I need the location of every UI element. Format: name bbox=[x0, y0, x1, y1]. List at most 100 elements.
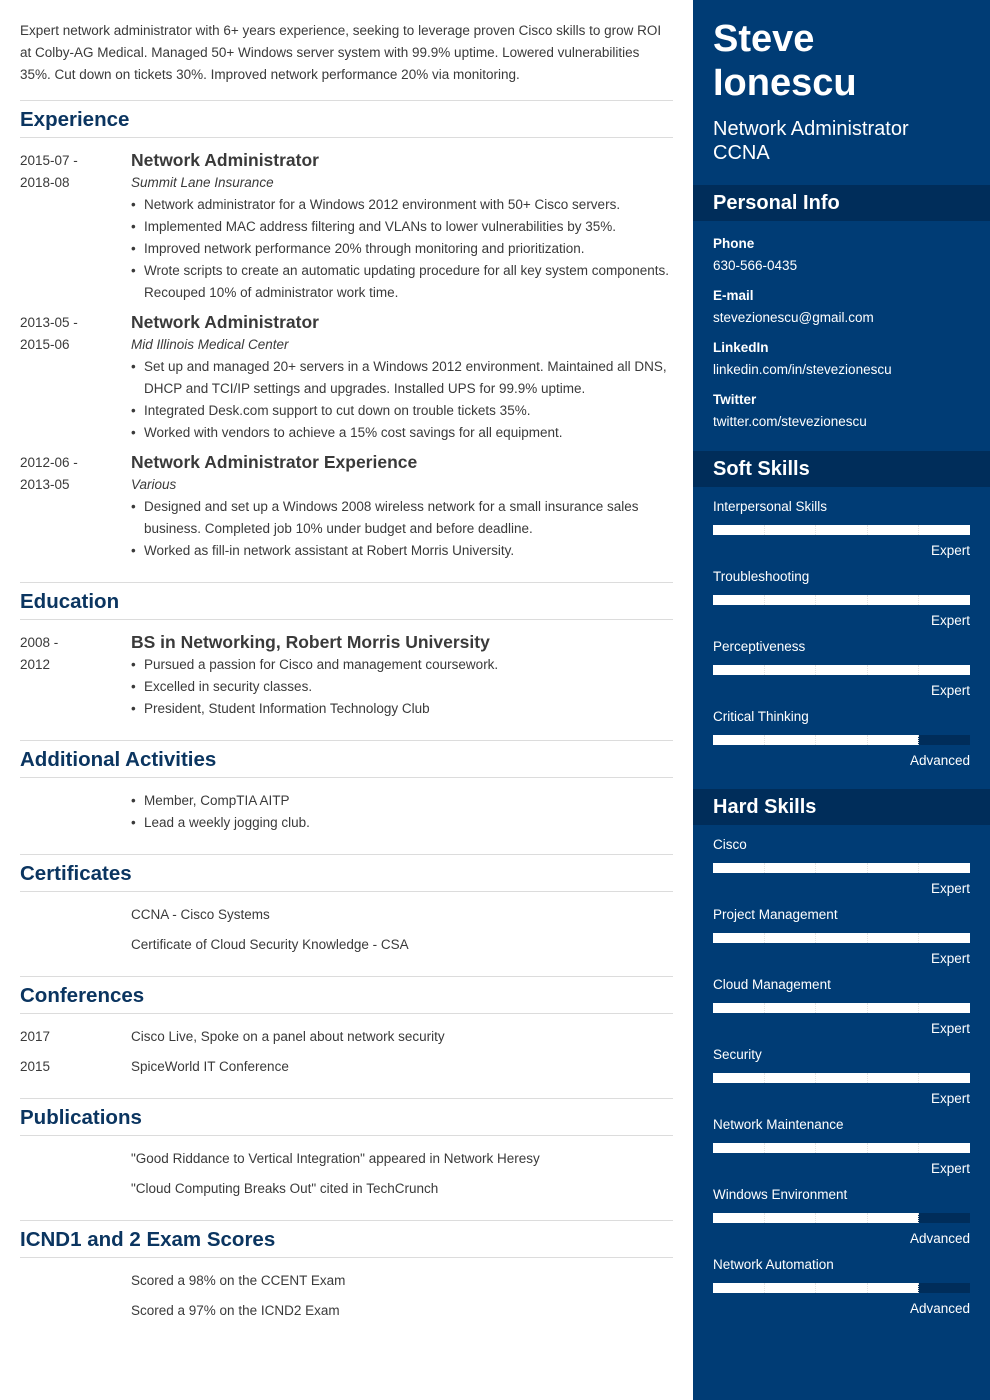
skill-segment-filled bbox=[918, 525, 970, 535]
skill-segment-filled bbox=[763, 1143, 816, 1153]
skill-segment-filled bbox=[815, 665, 867, 675]
bullet-list: Designed and set up a Windows 2008 wirel… bbox=[131, 496, 673, 562]
skill-rating-bar bbox=[713, 525, 970, 535]
conference-text: Cisco Live, Spoke on a panel about netwo… bbox=[131, 1029, 445, 1044]
skill-rating-bar bbox=[713, 595, 970, 605]
skill-name: Cloud Management bbox=[713, 977, 831, 992]
skill-segment-filled bbox=[815, 933, 867, 943]
skill-segment-filled bbox=[763, 735, 816, 745]
skill-segment-filled bbox=[918, 665, 970, 675]
skill-item: Critical Thinking Advanced bbox=[713, 707, 970, 771]
skill-segment-filled bbox=[763, 665, 816, 675]
skill-segment-filled bbox=[815, 735, 867, 745]
publication-item: "Cloud Computing Breaks Out" cited in Te… bbox=[20, 1178, 673, 1200]
skill-rating-bar bbox=[713, 735, 970, 745]
skill-segment-filled bbox=[866, 1283, 919, 1293]
skill-segment-filled bbox=[763, 1213, 816, 1223]
skill-level: Expert bbox=[930, 683, 970, 698]
personal-info-header: Personal Info bbox=[693, 185, 990, 221]
certificates-section: Certificates CCNA - Cisco Systems Certif… bbox=[20, 855, 673, 977]
linkedin-value[interactable]: linkedin.com/in/stevezionescu bbox=[713, 359, 970, 381]
section-title: Experience bbox=[20, 101, 673, 138]
candidate-name: Steve Ionescu bbox=[693, 0, 990, 105]
date-start: 2008 - bbox=[20, 635, 59, 650]
job-title: Network Administrator Experience bbox=[131, 452, 418, 472]
skill-segment-filled bbox=[866, 1213, 919, 1223]
experience-entry: 2015-07 - 2018-08 Network Administrator … bbox=[20, 150, 673, 304]
conference-year: 2017 bbox=[20, 1029, 51, 1044]
skill-segment-filled bbox=[815, 1073, 867, 1083]
skill-segment-filled bbox=[763, 863, 816, 873]
exam-text: Scored a 97% on the ICND2 Exam bbox=[131, 1303, 340, 1318]
company-name: Mid Illinois Medical Center bbox=[131, 337, 289, 352]
skill-rating-bar bbox=[713, 863, 970, 873]
job-title: Network Administrator bbox=[131, 150, 319, 170]
skill-name: Perceptiveness bbox=[713, 639, 806, 654]
skill-segment-empty bbox=[918, 1283, 970, 1293]
section-title: ICND1 and 2 Exam Scores bbox=[20, 1221, 673, 1258]
skill-item: Network Maintenance Expert bbox=[713, 1115, 970, 1179]
skill-segment-filled bbox=[866, 933, 919, 943]
conference-item: 2015 SpiceWorld IT Conference bbox=[20, 1056, 673, 1078]
hard-skills-list: Cisco Expert Project Management Expert Cloud… bbox=[693, 825, 990, 1337]
date-start: 2015-07 - bbox=[20, 153, 78, 168]
skill-segment-filled bbox=[918, 1143, 970, 1153]
skill-rating-bar bbox=[713, 1143, 970, 1153]
entry-date: 2013-05 - 2015-06 bbox=[20, 312, 131, 444]
skill-level: Expert bbox=[930, 881, 970, 896]
section-title: Certificates bbox=[20, 855, 673, 892]
skill-segment-empty bbox=[918, 1213, 970, 1223]
skill-name: Network Automation bbox=[713, 1257, 834, 1272]
bullet-item: Integrated Desk.com support to cut down … bbox=[131, 400, 673, 422]
skill-name: Security bbox=[713, 1047, 762, 1062]
email-value[interactable]: stevezionescu@gmail.com bbox=[713, 307, 970, 329]
skill-segment-filled bbox=[918, 1073, 970, 1083]
email-label: E-mail bbox=[713, 288, 754, 303]
skill-level: Expert bbox=[930, 1161, 970, 1176]
skill-item: Perceptiveness Expert bbox=[713, 637, 970, 701]
section-title: Conferences bbox=[20, 977, 673, 1014]
bullet-list: Pursued a passion for Cisco and manageme… bbox=[131, 654, 673, 720]
entry-date: 2015-07 - 2018-08 bbox=[20, 150, 131, 304]
skill-segment-filled bbox=[713, 595, 764, 605]
skill-segment-filled bbox=[918, 595, 970, 605]
skill-level: Advanced bbox=[909, 1301, 970, 1316]
conference-year: 2015 bbox=[20, 1059, 51, 1074]
skill-segment-filled bbox=[815, 595, 867, 605]
skill-segment-filled bbox=[918, 1003, 970, 1013]
skill-name: Cisco bbox=[713, 837, 747, 852]
education-section: Education 2008 - 2012 BS in Networking, … bbox=[20, 583, 673, 741]
skill-segment-filled bbox=[815, 1143, 867, 1153]
skill-segment-filled bbox=[866, 595, 919, 605]
skill-segment-filled bbox=[866, 735, 919, 745]
skill-level: Expert bbox=[930, 1021, 970, 1036]
skill-segment-filled bbox=[866, 863, 919, 873]
skill-segment-filled bbox=[713, 1003, 764, 1013]
skill-item: Cloud Management Expert bbox=[713, 975, 970, 1039]
skill-level: Expert bbox=[930, 543, 970, 558]
skill-item: Cisco Expert bbox=[713, 835, 970, 899]
skill-level: Advanced bbox=[909, 1231, 970, 1246]
skill-segment-filled bbox=[713, 1213, 764, 1223]
activities-entry: Member, CompTIA AITP Lead a weekly joggi… bbox=[20, 790, 673, 834]
date-start: 2012-06 - bbox=[20, 455, 78, 470]
twitter-value[interactable]: twitter.com/stevezionescu bbox=[713, 411, 970, 433]
experience-entry: 2013-05 - 2015-06 Network Administrator … bbox=[20, 312, 673, 444]
bullet-item: Pursued a passion for Cisco and manageme… bbox=[131, 654, 673, 676]
date-start: 2013-05 - bbox=[20, 315, 78, 330]
date-end: 2013-05 bbox=[20, 477, 70, 492]
skill-level: Expert bbox=[930, 1091, 970, 1106]
skill-level: Expert bbox=[930, 613, 970, 628]
skill-level: Expert bbox=[930, 951, 970, 966]
skill-name: Interpersonal Skills bbox=[713, 499, 828, 514]
exam-item: Scored a 97% on the ICND2 Exam bbox=[20, 1300, 673, 1322]
bullet-item: President, Student Information Technolog… bbox=[131, 698, 673, 720]
activities-section: Additional Activities Member, CompTIA AI… bbox=[20, 741, 673, 855]
skill-segment-filled bbox=[713, 1143, 764, 1153]
skill-rating-bar bbox=[713, 1283, 970, 1293]
exam-scores-section: ICND1 and 2 Exam Scores Scored a 98% on … bbox=[20, 1221, 673, 1342]
date-end: 2015-06 bbox=[20, 337, 70, 352]
skill-segment-filled bbox=[918, 933, 970, 943]
skill-segment-filled bbox=[713, 933, 764, 943]
date-end: 2018-08 bbox=[20, 175, 70, 190]
